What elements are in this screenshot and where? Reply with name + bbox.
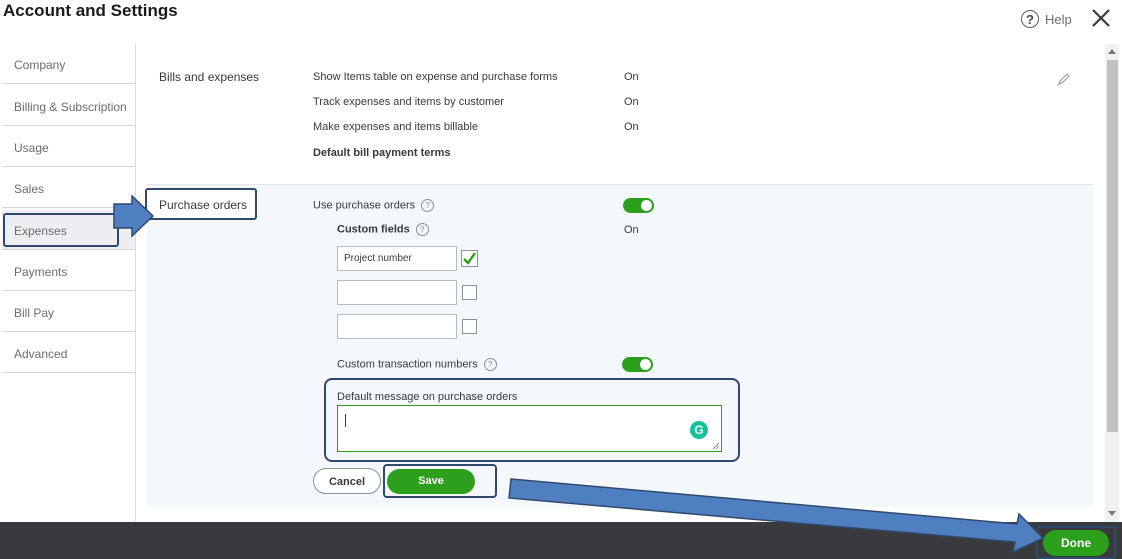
annotation-arrow-icon	[113, 195, 155, 238]
toggle-knob	[641, 200, 652, 211]
sidebar-item-advanced[interactable]: Advanced	[2, 333, 135, 373]
use-purchase-orders-toggle[interactable]	[623, 198, 654, 213]
default-message-textarea[interactable]: G	[337, 405, 722, 452]
bills-row-value: On	[624, 121, 639, 133]
sidebar-item-payments[interactable]: Payments	[2, 251, 135, 291]
use-purchase-orders-label: Use purchase orders?	[313, 199, 435, 212]
scroll-up-arrow-icon[interactable]	[1107, 47, 1117, 55]
bills-section-label: Bills and expenses	[159, 70, 260, 84]
default-message-label: Default message on purchase orders	[337, 391, 518, 403]
info-icon[interactable]: ?	[483, 358, 497, 371]
scroll-down-arrow-icon[interactable]	[1107, 510, 1117, 518]
custom-transaction-numbers-text: Custom transaction numbers	[337, 358, 478, 371]
expenses-highlight-box	[3, 213, 119, 247]
purchase-orders-section-label: Purchase orders	[159, 198, 248, 212]
info-icon[interactable]: ?	[421, 199, 435, 212]
custom-fields-value: On	[624, 224, 639, 236]
page-title: Account and Settings	[3, 1, 178, 20]
text-cursor	[345, 414, 346, 427]
bills-row-label: Track expenses and items by customer	[313, 96, 504, 108]
sidebar-item-billing-subscription[interactable]: Billing & Subscription	[2, 86, 135, 126]
edit-pencil-icon[interactable]	[1056, 72, 1071, 87]
sidebar-item-company[interactable]: Company	[2, 44, 135, 84]
use-purchase-orders-text: Use purchase orders	[313, 199, 416, 212]
custom-field-input[interactable]	[337, 280, 457, 305]
custom-field-input[interactable]	[337, 314, 457, 339]
toggle-knob	[640, 359, 651, 370]
checkbox-checked-icon[interactable]	[461, 250, 478, 267]
custom-transaction-numbers-label: Custom transaction numbers?	[337, 358, 497, 371]
sidebar-item-usage[interactable]: Usage	[2, 127, 135, 167]
annotation-arrow-icon	[508, 478, 1045, 554]
info-icon[interactable]: ?	[415, 223, 429, 236]
help-button[interactable]: ? Help	[1021, 8, 1072, 30]
bills-row-label: Show Items table on expense and purchase…	[313, 71, 558, 83]
custom-field-input[interactable]: Project number	[337, 246, 457, 271]
bills-row-value: On	[624, 71, 639, 83]
bills-row-value: On	[624, 96, 639, 108]
custom-field-checkbox[interactable]	[462, 319, 477, 334]
help-label: Help	[1045, 11, 1072, 27]
scrollbar-thumb[interactable]	[1107, 60, 1118, 432]
done-button[interactable]: Done	[1043, 530, 1109, 556]
bills-row-label: Default bill payment terms	[313, 147, 451, 159]
bills-row-label: Make expenses and items billable	[313, 121, 479, 133]
help-icon: ?	[1021, 10, 1039, 28]
grammarly-icon[interactable]: G	[690, 421, 708, 439]
close-icon[interactable]	[1090, 7, 1112, 29]
custom-field-checkbox[interactable]	[462, 285, 477, 300]
custom-transaction-numbers-toggle[interactable]	[622, 357, 653, 372]
settings-sidebar: Company Billing & Subscription Usage Sal…	[2, 44, 136, 522]
cancel-button[interactable]: Cancel	[313, 468, 381, 494]
custom-fields-text: Custom fields	[337, 223, 410, 236]
save-button[interactable]: Save	[387, 469, 475, 494]
sidebar-item-bill-pay[interactable]: Bill Pay	[2, 292, 135, 332]
resize-handle-icon[interactable]	[712, 442, 720, 450]
custom-fields-label: Custom fields?	[337, 223, 429, 236]
